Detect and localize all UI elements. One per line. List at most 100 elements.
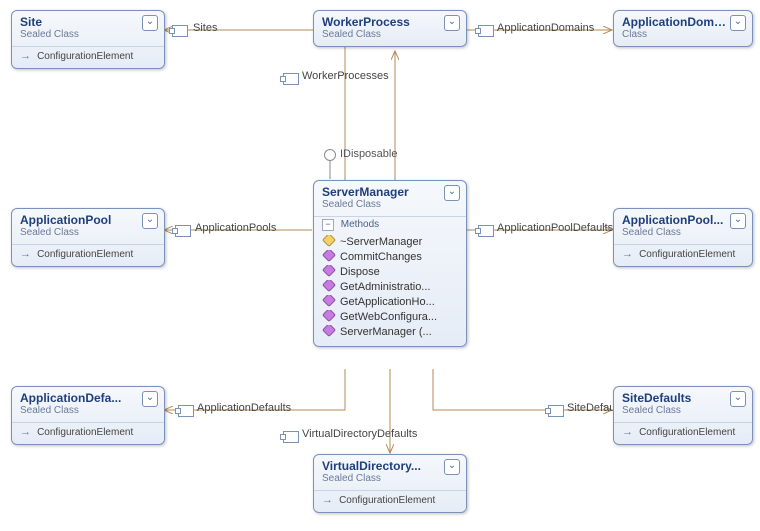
base-class: ConfigurationElement [639, 249, 735, 260]
expand-toggle-icon[interactable]: ⌄ [142, 213, 158, 229]
class-header: WorkerProcess Sealed Class ⌄ [314, 11, 466, 46]
base-row: → ConfigurationElement [12, 244, 164, 266]
method-item[interactable]: CommitChanges [322, 250, 458, 265]
class-header: ServerManager Sealed Class ⌄ [314, 181, 466, 216]
assoc-label-sites: Sites [193, 22, 217, 34]
class-stereotype: Sealed Class [20, 29, 156, 40]
method-name: GetAdministratio... [340, 281, 430, 293]
apppooldef-prop-icon [478, 225, 494, 237]
workerprocesses-prop-icon [283, 73, 299, 85]
class-box-applicationdefaults[interactable]: ApplicationDefa... Sealed Class ⌄ → Conf… [11, 386, 165, 445]
methods-header-label: Methods [341, 219, 379, 230]
destructor-icon [322, 235, 336, 247]
class-box-applicationpool[interactable]: ApplicationPool Sealed Class ⌄ → Configu… [11, 208, 165, 267]
method-icon [322, 310, 336, 322]
appdomains-prop-icon [478, 25, 494, 37]
method-item[interactable]: ServerManager (... [322, 325, 458, 340]
expand-toggle-icon[interactable]: ⌄ [730, 15, 746, 31]
class-title: ApplicationDomain [622, 15, 744, 29]
class-header: SiteDefaults Sealed Class ⌄ [614, 387, 752, 422]
class-title: Site [20, 15, 156, 29]
method-icon [322, 265, 336, 277]
method-name: GetApplicationHo... [340, 296, 435, 308]
base-class: ConfigurationElement [639, 427, 735, 438]
class-stereotype: Sealed Class [322, 29, 458, 40]
class-box-sitedefaults[interactable]: SiteDefaults Sealed Class ⌄ → Configurat… [613, 386, 753, 445]
class-title: ApplicationPool... [622, 213, 744, 227]
methods-section-header[interactable]: − Methods [314, 216, 466, 233]
expand-toggle-icon[interactable]: ⌄ [444, 459, 460, 475]
expand-toggle-icon[interactable]: ⌄ [444, 185, 460, 201]
base-row: → ConfigurationElement [12, 46, 164, 68]
base-class: ConfigurationElement [37, 51, 133, 62]
apppools-prop-icon [175, 225, 191, 237]
idisposable-lollipop-icon [324, 149, 336, 161]
assoc-label-workerprocesses: WorkerProcesses [302, 70, 389, 82]
class-header: Site Sealed Class ⌄ [12, 11, 164, 46]
expand-toggle-icon[interactable]: ⌄ [444, 15, 460, 31]
sitedef-prop-icon [548, 405, 564, 417]
class-box-site[interactable]: Site Sealed Class ⌄ → ConfigurationEleme… [11, 10, 165, 69]
class-stereotype: Sealed Class [20, 405, 156, 416]
class-box-applicationdomain[interactable]: ApplicationDomain Class ⌄ [613, 10, 753, 47]
class-title: WorkerProcess [322, 15, 458, 29]
assoc-label-apppooldef: ApplicationPoolDefaults [497, 222, 613, 234]
method-item[interactable]: GetWebConfigura... [322, 310, 458, 325]
method-item[interactable]: GetApplicationHo... [322, 295, 458, 310]
base-class: ConfigurationElement [37, 427, 133, 438]
class-stereotype: Sealed Class [322, 199, 458, 210]
method-icon [322, 280, 336, 292]
method-icon [322, 295, 336, 307]
expand-toggle-icon[interactable]: ⌄ [142, 15, 158, 31]
class-header: ApplicationDomain Class ⌄ [614, 11, 752, 46]
method-name: CommitChanges [340, 251, 422, 263]
method-item[interactable]: ~ServerManager [322, 235, 458, 250]
assoc-label-apppools: ApplicationPools [195, 222, 276, 234]
assoc-label-appdomains: ApplicationDomains [497, 22, 594, 34]
method-name: GetWebConfigura... [340, 311, 437, 323]
assoc-label-appdef: ApplicationDefaults [197, 402, 291, 414]
inherit-arrow-icon: → [20, 426, 31, 438]
base-class: ConfigurationElement [37, 249, 133, 260]
class-title: ApplicationDefa... [20, 391, 156, 405]
expand-toggle-icon[interactable]: ⌄ [142, 391, 158, 407]
class-box-applicationpooldefaults[interactable]: ApplicationPool... Sealed Class ⌄ → Conf… [613, 208, 753, 267]
class-header: ApplicationPool... Sealed Class ⌄ [614, 209, 752, 244]
vdirdef-prop-icon [283, 431, 299, 443]
class-box-virtualdirectorydefaults[interactable]: VirtualDirectory... Sealed Class ⌄ → Con… [313, 454, 467, 513]
class-header: ApplicationDefa... Sealed Class ⌄ [12, 387, 164, 422]
idisposable-label: IDisposable [340, 148, 397, 160]
appdef-prop-icon [178, 405, 194, 417]
class-stereotype: Sealed Class [622, 405, 744, 416]
assoc-label-vdirdef: VirtualDirectoryDefaults [302, 428, 417, 440]
methods-list: ~ServerManager CommitChanges Dispose Get… [314, 233, 466, 346]
inherit-arrow-icon: → [622, 426, 633, 438]
class-stereotype: Sealed Class [322, 473, 458, 484]
base-row: → ConfigurationElement [614, 422, 752, 444]
class-box-workerprocess[interactable]: WorkerProcess Sealed Class ⌄ [313, 10, 467, 47]
inherit-arrow-icon: → [20, 248, 31, 260]
class-header: VirtualDirectory... Sealed Class ⌄ [314, 455, 466, 490]
class-stereotype: Class [622, 29, 744, 40]
class-title: ServerManager [322, 185, 458, 199]
inherit-arrow-icon: → [322, 494, 333, 506]
base-row: → ConfigurationElement [12, 422, 164, 444]
class-title: VirtualDirectory... [322, 459, 458, 473]
method-item[interactable]: GetAdministratio... [322, 280, 458, 295]
class-stereotype: Sealed Class [622, 227, 744, 238]
expand-toggle-icon[interactable]: ⌄ [730, 213, 746, 229]
base-class: ConfigurationElement [339, 495, 435, 506]
class-box-servermanager[interactable]: ServerManager Sealed Class ⌄ − Methods ~… [313, 180, 467, 347]
method-item[interactable]: Dispose [322, 265, 458, 280]
method-icon [322, 250, 336, 262]
expand-toggle-icon[interactable]: ⌄ [730, 391, 746, 407]
method-name: Dispose [340, 266, 380, 278]
method-name: ServerManager (... [340, 326, 432, 338]
method-icon [322, 325, 336, 337]
class-stereotype: Sealed Class [20, 227, 156, 238]
inherit-arrow-icon: → [622, 248, 633, 260]
sites-prop-icon [172, 25, 188, 37]
collapse-icon[interactable]: − [322, 219, 334, 231]
class-title: SiteDefaults [622, 391, 744, 405]
class-header: ApplicationPool Sealed Class ⌄ [12, 209, 164, 244]
